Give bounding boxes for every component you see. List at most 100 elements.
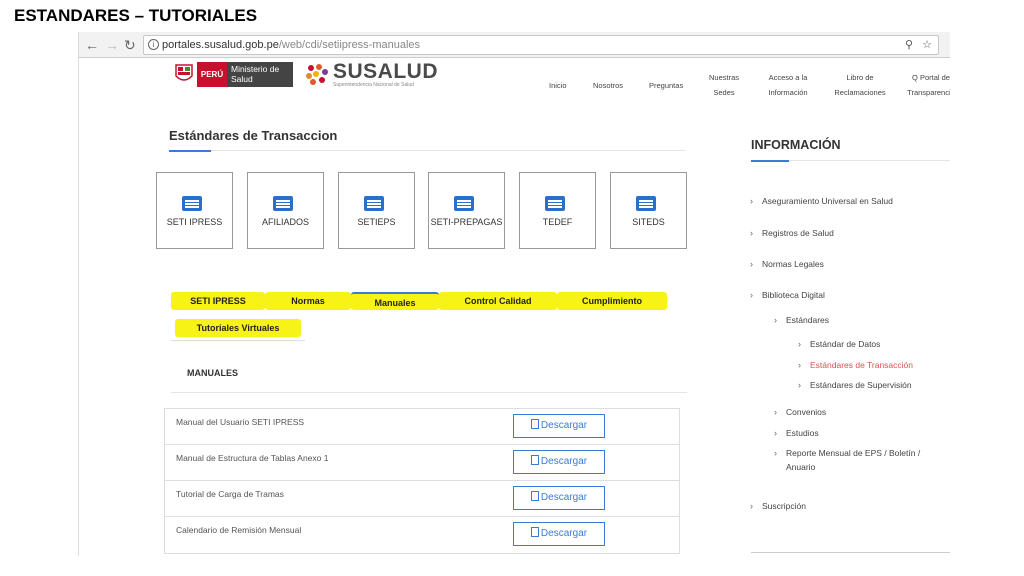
page-title: Estándares de Transaccion: [169, 128, 338, 143]
tab-normas[interactable]: Normas: [265, 292, 351, 310]
download-button[interactable]: Descargar: [513, 450, 605, 474]
download-button[interactable]: Descargar: [513, 522, 605, 546]
nav-inicio[interactable]: Inicio: [549, 78, 567, 93]
susalud-logo-icon[interactable]: [301, 61, 333, 89]
card-seti-prepagas[interactable]: SETI-PREPAGAS: [428, 172, 505, 249]
card-label: SETI IPRESS: [166, 217, 223, 227]
sidebar-item-registros[interactable]: › Registros de Salud: [750, 226, 834, 240]
browser-toolbar: ← → ↻ i portales.susalud.gob.pe/web/cdi/…: [79, 32, 950, 58]
card-tedef[interactable]: TEDEF: [519, 172, 596, 249]
magnifier-icon[interactable]: ⚲: [905, 39, 913, 51]
sidebar-item-suscripcion[interactable]: › Suscripción: [750, 499, 806, 513]
sidebar-item-label: Biblioteca Digital: [762, 290, 825, 300]
chevron-right-icon: ›: [774, 428, 777, 438]
nav-libro-reclamaciones[interactable]: Libro de Reclamaciones: [831, 70, 889, 100]
nav-preguntas[interactable]: Preguntas: [649, 78, 683, 93]
info-icon[interactable]: i: [148, 39, 159, 50]
ministerio-label: Ministerio de Salud: [227, 62, 293, 87]
pdf-icon: [530, 491, 539, 502]
sidebar-title: INFORMACIÓN: [751, 138, 841, 152]
chevron-right-icon: ›: [750, 196, 753, 206]
row-name: Tutorial de Carga de Tramas: [176, 489, 284, 499]
nav-acceso-informacion[interactable]: Acceso a la Información: [759, 70, 817, 100]
pdf-icon: [530, 455, 539, 466]
card-label: AFILIADOS: [261, 217, 309, 227]
download-label: Descargar: [540, 420, 588, 431]
tab-control-calidad[interactable]: Control Calidad: [439, 292, 557, 310]
list-icon: [182, 196, 202, 211]
peru-shield-icon: [175, 64, 193, 81]
sidebar-item-reporte-mensual[interactable]: › Reporte Mensual de EPS / Boletín / Anua…: [774, 446, 936, 474]
card-seti-ipress[interactable]: SETI IPRESS: [156, 172, 233, 249]
title-divider: [169, 150, 685, 152]
card-setieps[interactable]: SETIEPS: [338, 172, 415, 249]
pdf-icon: [530, 419, 539, 430]
download-button[interactable]: Descargar: [513, 486, 605, 510]
sidebar-bottom-divider: [751, 552, 950, 553]
row-name: Manual de Estructura de Tablas Anexo 1: [176, 453, 329, 463]
list-icon: [636, 196, 656, 211]
sidebar-item-estandares-transaccion[interactable]: › Estándares de Transacción: [798, 358, 914, 372]
card-label: TEDEF: [542, 217, 573, 227]
download-label: Descargar: [540, 492, 588, 503]
card-label: SETI-PREPAGAS: [430, 217, 503, 227]
chevron-right-icon: ›: [798, 339, 801, 349]
list-icon: [545, 196, 565, 211]
table-row: Manual de Estructura de Tablas Anexo 1 D…: [165, 445, 679, 481]
tab-manuales[interactable]: Manuales: [351, 292, 439, 310]
table-row: Tutorial de Carga de Tramas Descargar: [165, 481, 679, 517]
forward-arrow-icon[interactable]: →: [105, 36, 119, 54]
ministerio-logo[interactable]: PERÚ Ministerio de Salud: [197, 62, 293, 87]
chevron-right-icon: ›: [798, 380, 801, 390]
sidebar-item-estudios[interactable]: › Estudios: [774, 426, 819, 440]
site-header: PERÚ Ministerio de Salud SUSALUD Superin…: [79, 58, 950, 110]
list-icon: [364, 196, 384, 211]
sidebar-item-estandares-supervision[interactable]: › Estándares de Supervisión: [798, 378, 912, 392]
chevron-right-icon: ›: [750, 228, 753, 238]
sidebar-item-label: Estudios: [786, 428, 819, 438]
chevron-right-icon: ›: [750, 259, 753, 269]
chevron-right-icon: ›: [774, 315, 777, 325]
chevron-right-icon: ›: [798, 360, 801, 370]
back-arrow-icon[interactable]: ←: [85, 36, 99, 54]
chevron-right-icon: ›: [750, 501, 753, 511]
section-heading: MANUALES: [187, 368, 238, 378]
sidebar-item-biblioteca[interactable]: › Biblioteca Digital: [750, 288, 825, 302]
star-icon[interactable]: ☆: [922, 39, 932, 51]
sidebar-item-label: Estándares de Transacción: [810, 360, 914, 370]
reload-icon[interactable]: ↻: [124, 36, 136, 54]
nav-nosotros[interactable]: Nosotros: [593, 78, 623, 93]
sidebar-item-label: Normas Legales: [762, 259, 824, 269]
list-icon: [454, 196, 474, 211]
table-row: Calendario de Remisión Mensual Descargar: [165, 517, 679, 553]
sidebar-item-convenios[interactable]: › Convenios: [774, 405, 826, 419]
card-siteds[interactable]: SITEDS: [610, 172, 687, 249]
address-bar[interactable]: i portales.susalud.gob.pe/web/cdi/setiip…: [143, 35, 939, 55]
download-label: Descargar: [540, 456, 588, 467]
brand-name[interactable]: SUSALUD: [333, 60, 438, 84]
table-row: Manual del Usuario SETI IPRESS Descargar: [165, 409, 679, 445]
sidebar-item-label: Estándares de Supervisión: [810, 380, 912, 390]
url-host: portales.susalud.gob.pe: [162, 39, 279, 51]
section-divider: [171, 392, 687, 393]
manuals-table: Manual del Usuario SETI IPRESS Descargar…: [164, 408, 680, 554]
list-icon: [273, 196, 293, 211]
download-button[interactable]: Descargar: [513, 414, 605, 438]
sidebar-item-estandares[interactable]: › Estándares: [774, 313, 829, 327]
nav-portal-transparencia[interactable]: Q Portal de Transparencia: [901, 70, 950, 100]
nav-sedes[interactable]: Nuestras Sedes: [705, 70, 743, 100]
card-label: SITEDS: [632, 217, 665, 227]
card-afiliados[interactable]: AFILIADOS: [247, 172, 324, 249]
sidebar-item-estandar-datos[interactable]: › Estándar de Datos: [798, 337, 881, 351]
chevron-right-icon: ›: [774, 448, 777, 458]
tab-seti-ipress[interactable]: SETI IPRESS: [171, 292, 265, 310]
browser-window: ← → ↻ i portales.susalud.gob.pe/web/cdi/…: [78, 32, 950, 556]
tab-tutoriales-virtuales[interactable]: Tutoriales Virtuales: [175, 319, 301, 337]
sidebar-item-label: Suscripción: [762, 501, 806, 511]
brand-subtitle: Superintendencia Nacional de Salud: [333, 82, 414, 88]
sidebar-item-normas-legales[interactable]: › Normas Legales: [750, 257, 824, 271]
card-label: SETIEPS: [357, 217, 396, 227]
tab-cumplimiento[interactable]: Cumplimiento: [557, 292, 667, 310]
sidebar-item-aseguramiento[interactable]: › Aseguramiento Universal en Salud: [750, 194, 893, 208]
sidebar-item-label: Estándar de Datos: [810, 339, 881, 349]
